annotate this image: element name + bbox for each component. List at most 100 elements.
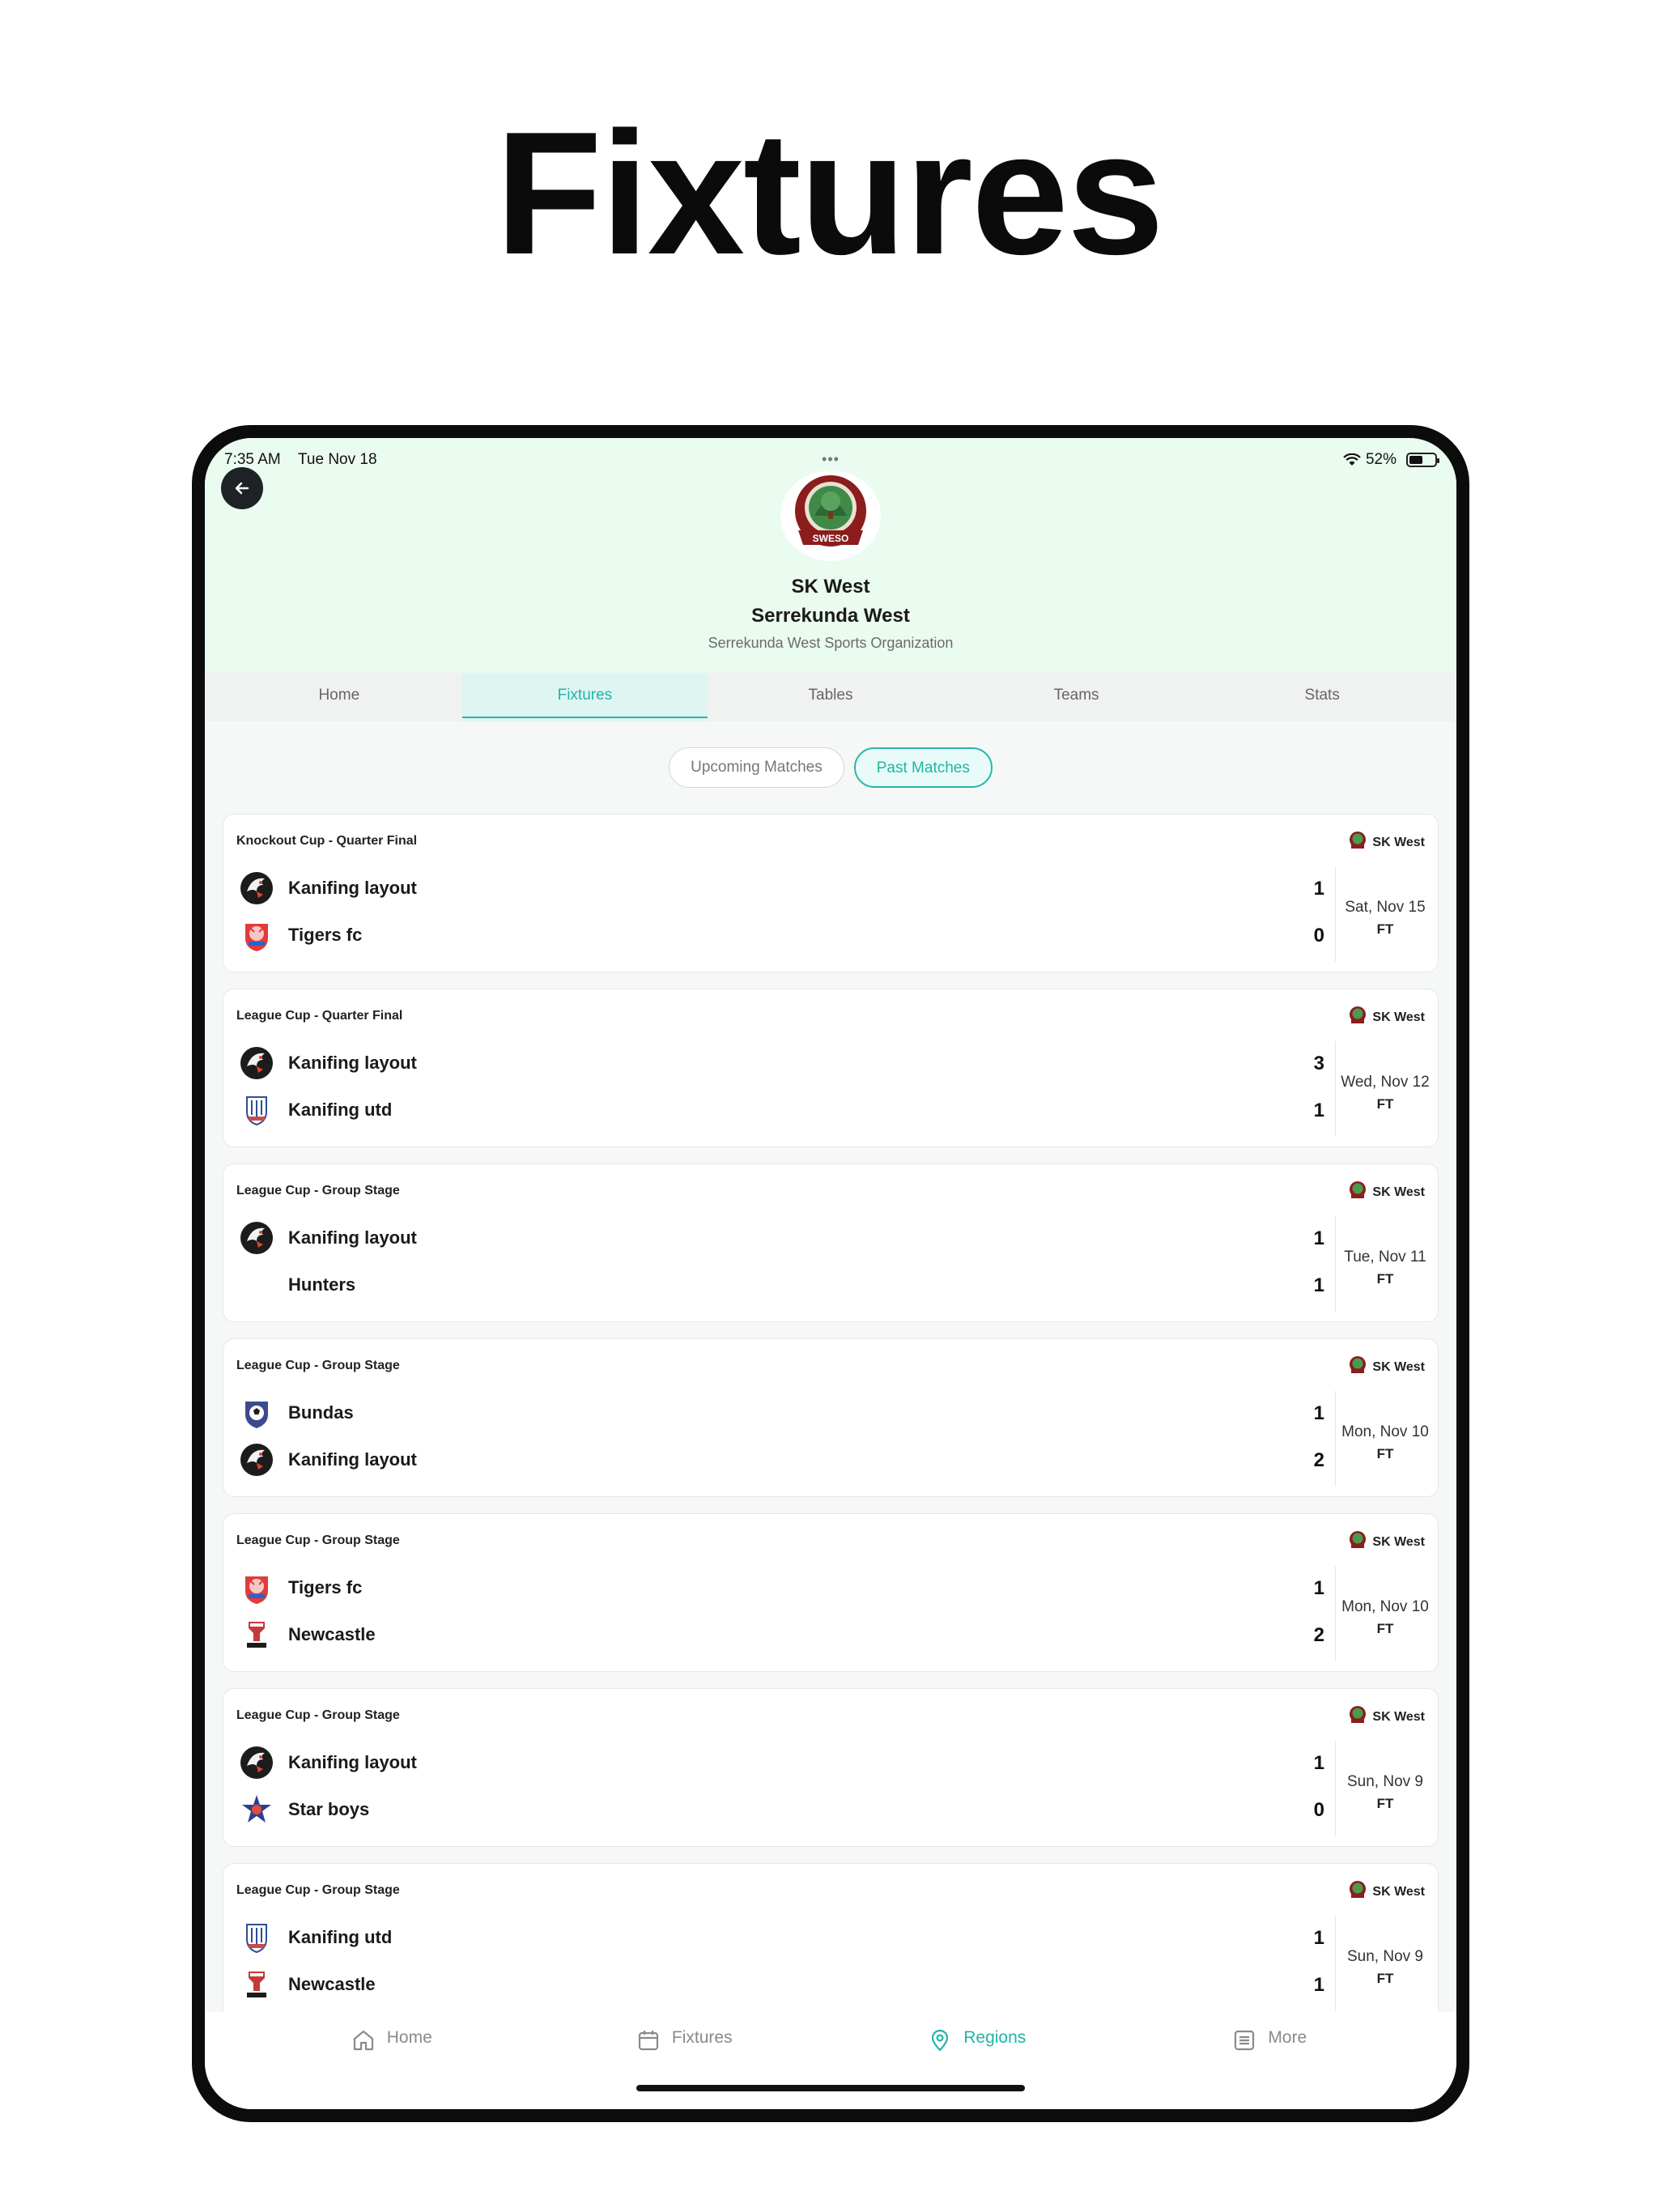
- away-team: Newcastle: [238, 1966, 376, 2003]
- home-team-name: Kanifing layout: [288, 1053, 417, 1073]
- match-status: FT: [1376, 1971, 1394, 1986]
- nav-home[interactable]: Home: [245, 2012, 538, 2109]
- tablet-frame: 7:35 AM Tue Nov 18 ••• 52% SWESO SK West…: [192, 425, 1469, 2122]
- home-team: Kanifing layout: [238, 1219, 417, 1257]
- shield-badge-icon: [238, 1919, 275, 1956]
- list-icon: [1235, 2030, 1255, 2051]
- home-score: 1: [1313, 1577, 1324, 1599]
- svg-text:SWESO: SWESO: [813, 533, 849, 544]
- match-card[interactable]: League Cup - Group Stage SK West Bundas …: [223, 1338, 1439, 1497]
- wifi-icon: [1343, 453, 1361, 466]
- bottom-navigation: Home Fixtures Regions More: [205, 2012, 1456, 2109]
- newcastle-badge-icon: [238, 1616, 275, 1653]
- away-team-name: Kanifing utd: [288, 1100, 393, 1120]
- nav-home-label: Home: [386, 2028, 432, 2047]
- match-card[interactable]: League Cup - Group Stage SK West Tigers …: [223, 1513, 1439, 1672]
- region-tag: SK West: [1348, 1355, 1425, 1379]
- match-date: Tue, Nov 11: [1344, 1249, 1426, 1266]
- away-team-name: Star boys: [288, 1799, 370, 1819]
- nav-regions[interactable]: Regions: [831, 2012, 1124, 2109]
- match-list: Knockout Cup - Quarter Final SK West Kan…: [223, 814, 1439, 2022]
- home-score: 1: [1313, 1402, 1324, 1424]
- competition-label: League Cup - Group Stage: [236, 1534, 400, 1547]
- away-team: Newcastle: [238, 1616, 376, 1653]
- match-status: FT: [1376, 1271, 1394, 1287]
- home-team: Tigers fc: [238, 1569, 362, 1606]
- home-icon: [353, 2030, 373, 2051]
- away-team: Star boys: [238, 1791, 369, 1828]
- region-logo-icon: [1348, 1705, 1367, 1729]
- match-date: Mon, Nov 10: [1341, 1598, 1429, 1615]
- tab-tables[interactable]: Tables: [708, 673, 954, 721]
- eagle-badge-icon: [238, 870, 275, 907]
- card-divider: [1334, 1566, 1336, 1661]
- tab-teams[interactable]: Teams: [954, 673, 1200, 721]
- nav-more[interactable]: More: [1124, 2012, 1417, 2109]
- newcastle-badge-icon: [238, 1966, 275, 2003]
- card-divider: [1334, 1741, 1336, 1836]
- match-status: FT: [1376, 1446, 1394, 1461]
- match-date: Mon, Nov 10: [1341, 1423, 1429, 1440]
- match-card[interactable]: Knockout Cup - Quarter Final SK West Kan…: [223, 814, 1439, 972]
- region-tag: SK West: [1348, 1880, 1425, 1904]
- competition-label: League Cup - Quarter Final: [236, 1009, 403, 1023]
- away-team: Hunters: [238, 1266, 355, 1304]
- match-date-block: Wed, Nov 12 FT: [1337, 1074, 1433, 1112]
- tiger-badge-icon: [238, 1569, 275, 1606]
- card-divider: [1334, 1216, 1336, 1312]
- page-headline: Fixtures: [495, 95, 1164, 291]
- tab-fixtures[interactable]: Fixtures: [461, 673, 708, 721]
- star-badge-icon: [238, 1791, 275, 1828]
- match-status: FT: [1376, 1796, 1394, 1811]
- region-logo-icon: [1348, 1006, 1367, 1029]
- competition-label: League Cup - Group Stage: [236, 1184, 400, 1197]
- home-score: 1: [1313, 1227, 1324, 1249]
- home-team: Kanifing utd: [238, 1919, 392, 1956]
- match-date: Wed, Nov 12: [1341, 1074, 1430, 1091]
- competition-label: League Cup - Group Stage: [236, 1359, 400, 1372]
- back-button[interactable]: [221, 467, 263, 509]
- region-logo-icon: [1348, 1355, 1367, 1379]
- upcoming-matches-button[interactable]: Upcoming Matches: [669, 747, 844, 788]
- home-team: Kanifing layout: [238, 1744, 417, 1781]
- match-status: FT: [1376, 921, 1394, 937]
- away-team-name: Tigers fc: [288, 925, 363, 945]
- nav-fixtures[interactable]: Fixtures: [538, 2012, 831, 2109]
- match-card[interactable]: League Cup - Quarter Final SK West Kanif…: [223, 989, 1439, 1147]
- match-date: Sun, Nov 9: [1347, 1948, 1423, 1965]
- tab-home[interactable]: Home: [216, 673, 462, 721]
- home-indicator[interactable]: [636, 2085, 1025, 2091]
- match-date-block: Mon, Nov 10 FT: [1337, 1598, 1433, 1637]
- home-team-name: Tigers fc: [288, 1577, 363, 1597]
- region-tag: SK West: [1348, 1705, 1425, 1729]
- away-score: 1: [1313, 1100, 1324, 1121]
- card-divider: [1334, 1041, 1336, 1137]
- past-matches-button[interactable]: Past Matches: [853, 747, 993, 788]
- away-score: 1: [1313, 1974, 1324, 1996]
- competition-label: League Cup - Group Stage: [236, 1708, 400, 1722]
- match-card[interactable]: League Cup - Group Stage SK West Kanifin…: [223, 1163, 1439, 1322]
- multitasking-dots-icon[interactable]: •••: [822, 451, 840, 468]
- match-card[interactable]: League Cup - Group Stage SK West Kanifin…: [223, 1863, 1439, 2022]
- calendar-icon: [638, 2031, 659, 2051]
- match-filter-toggle: Upcoming Matches Past Matches: [205, 747, 1456, 788]
- app-screen: 7:35 AM Tue Nov 18 ••• 52% SWESO SK West…: [205, 438, 1456, 2109]
- away-score: 0: [1313, 1799, 1324, 1821]
- match-card[interactable]: League Cup - Group Stage SK West Kanifin…: [223, 1688, 1439, 1847]
- match-date-block: Tue, Nov 11 FT: [1337, 1249, 1433, 1287]
- status-date: Tue Nov 18: [298, 451, 377, 468]
- competition-label: Knockout Cup - Quarter Final: [236, 834, 418, 848]
- nav-more-label: More: [1268, 2028, 1307, 2047]
- tab-stats[interactable]: Stats: [1199, 673, 1445, 721]
- region-tag-label: SK West: [1372, 1884, 1425, 1899]
- match-date-block: Mon, Nov 10 FT: [1337, 1423, 1433, 1462]
- away-team-name: Kanifing layout: [288, 1449, 417, 1470]
- eagle-badge-icon: [238, 1441, 275, 1478]
- region-logo-icon: [1348, 1880, 1367, 1904]
- home-team: Bundas: [238, 1394, 354, 1431]
- match-status: FT: [1376, 1621, 1394, 1636]
- home-team-name: Kanifing layout: [288, 1752, 417, 1772]
- away-team: Kanifing utd: [238, 1091, 392, 1129]
- nav-regions-label: Regions: [963, 2028, 1027, 2047]
- region-tag-label: SK West: [1372, 1359, 1425, 1374]
